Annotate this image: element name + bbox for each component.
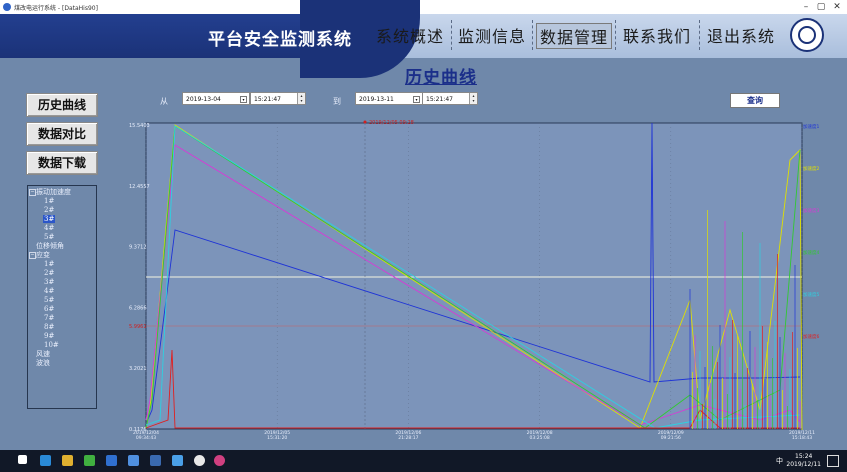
- cursor-dot: [363, 120, 367, 124]
- x-tick-label: 2019/12/08 03:25:08: [527, 430, 553, 441]
- x-tick-label: 2019/12/06 21:28:17: [395, 430, 421, 441]
- system-clock[interactable]: 15:24 2019/12/11: [786, 453, 821, 469]
- y-tick-label: 3.2021: [129, 366, 147, 372]
- windows-start-icon[interactable]: [18, 455, 27, 464]
- legend-entry: 加速度4: [803, 249, 819, 256]
- y-tick-label: 12.4557: [129, 184, 150, 190]
- x-tick-label: 2019/12/09 09:21:56: [658, 430, 684, 441]
- y-tick-label: 9.3712: [129, 245, 147, 251]
- legend-entry: 加速度6: [803, 333, 819, 340]
- x-tick-label: 2019/12/04 09:34:43: [133, 430, 159, 441]
- cursor-label: 2019/12/05 09:28: [369, 120, 414, 126]
- app-icon[interactable]: [150, 455, 161, 466]
- history-chart[interactable]: 2019/12/05 09:28 5.9961 15.5403 12.4557 9.…: [0, 0, 847, 472]
- x-tick-label: 2019/12/11 15:18:43: [789, 430, 815, 441]
- app-icon[interactable]: [106, 455, 117, 466]
- app-icon[interactable]: [128, 455, 139, 466]
- y-tick-label: 6.2866: [129, 305, 147, 311]
- x-axis-labels: 2019/12/04 09:34:43 2019/12/05 15:31:20 2019…: [133, 430, 815, 441]
- app-icon[interactable]: [84, 455, 95, 466]
- clock-date: 2019/12/11: [786, 461, 821, 468]
- legend-entry: 加速度5: [803, 291, 819, 298]
- legend-entry: 加速度3: [803, 207, 819, 214]
- app-icon[interactable]: [172, 455, 183, 466]
- plot-area: [145, 122, 803, 430]
- chart-legend: 加速度1 加速度2 加速度3 加速度4 加速度5 加速度6: [803, 123, 819, 340]
- legend-entry: 加速度2: [803, 165, 819, 172]
- x-tick-label: 2019/12/05 15:31:20: [264, 430, 290, 441]
- app-icon[interactable]: [194, 455, 205, 466]
- browser-icon[interactable]: [40, 455, 51, 466]
- folder-icon[interactable]: [62, 455, 73, 466]
- legend-entry: 加速度1: [803, 123, 819, 130]
- y-tick-label: 15.5403: [129, 123, 150, 129]
- clock-time: 15:24: [795, 453, 813, 460]
- input-language[interactable]: 中: [776, 456, 783, 466]
- notification-icon[interactable]: [827, 455, 839, 467]
- app-icon[interactable]: [214, 455, 225, 466]
- marker-value-label: 5.9961: [129, 324, 147, 330]
- taskbar: 中 15:24 2019/12/11: [0, 450, 847, 472]
